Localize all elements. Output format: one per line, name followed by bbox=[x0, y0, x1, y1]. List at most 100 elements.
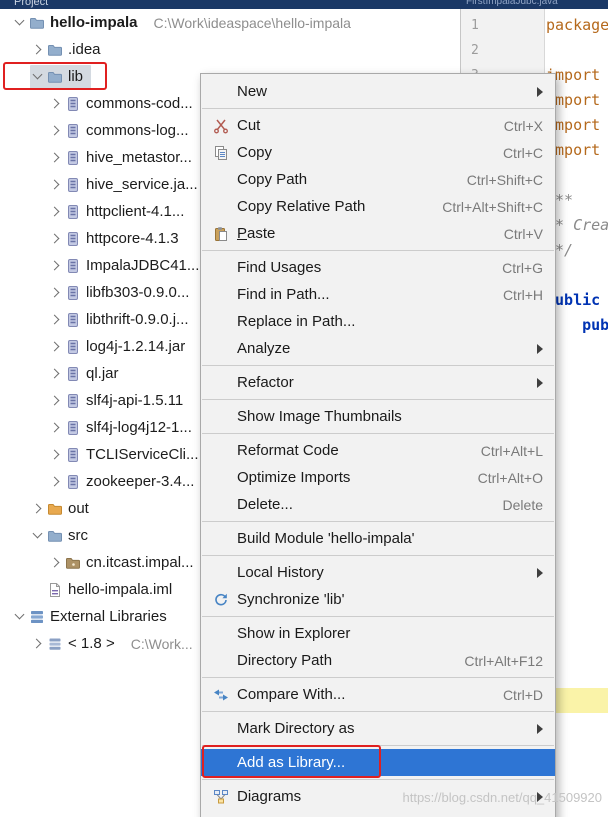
chevron-right-icon[interactable] bbox=[48, 555, 63, 570]
tree-item-hello-impala[interactable]: hello-impala C:\Work\ideaspace\hello-impa… bbox=[0, 9, 460, 36]
menu-item-analyze[interactable]: Analyze bbox=[201, 335, 555, 362]
tree-item-path: C:\Work... bbox=[130, 635, 193, 652]
tree-item-inner: slf4j-api-1.5.11 bbox=[48, 389, 191, 413]
menu-item-find-usages[interactable]: Find Usages Ctrl+G bbox=[201, 254, 555, 281]
menu-separator bbox=[201, 105, 555, 112]
menu-item-delete[interactable]: Delete... Delete bbox=[201, 491, 555, 518]
tree-item-inner: hello-impala bbox=[12, 11, 146, 35]
chevron-right-icon[interactable] bbox=[48, 339, 63, 354]
tree-item-path: C:\Work\ideaspace\hello-impala bbox=[153, 14, 351, 31]
menu-item-show-image-thumbnails[interactable]: Show Image Thumbnails bbox=[201, 403, 555, 430]
menu-separator bbox=[201, 613, 555, 620]
menu-item-shortcut: Ctrl+X bbox=[503, 117, 543, 134]
menu-item-shortcut: Ctrl+C bbox=[502, 144, 543, 161]
editor-tab-label: FirstImpalaJdbc.java bbox=[466, 0, 558, 7]
menu-item-copy[interactable]: Copy Ctrl+C bbox=[201, 139, 555, 166]
menu-item-label: Cut bbox=[237, 117, 261, 134]
chevron-right-icon[interactable] bbox=[48, 150, 63, 165]
menu-item-synchronize-lib[interactable]: Synchronize 'lib' bbox=[201, 586, 555, 613]
menu-item-shortcut: Ctrl+Alt+F12 bbox=[464, 652, 543, 669]
menu-item-label: Copy Relative Path bbox=[237, 198, 366, 215]
code-segment: java.sql.DriverManager; bbox=[600, 91, 608, 109]
menu-item-label: Reformat Code bbox=[237, 442, 339, 459]
menu-item-find-in-path[interactable]: Find in Path... Ctrl+H bbox=[201, 281, 555, 308]
submenu-arrow-icon bbox=[537, 86, 543, 97]
chevron-down-icon[interactable] bbox=[12, 15, 27, 30]
menu-item-reformat-code[interactable]: Reformat Code Ctrl+Alt+L bbox=[201, 437, 555, 464]
tree-item-label: commons-cod... bbox=[86, 95, 193, 112]
menu-item-replace-in-path[interactable]: Replace in Path... bbox=[201, 308, 555, 335]
menu-separator bbox=[201, 552, 555, 559]
menu-item-label: Copy Path bbox=[237, 171, 308, 188]
chevron-down-icon[interactable] bbox=[12, 609, 27, 624]
tree-item-inner: out bbox=[30, 497, 97, 521]
jar-icon bbox=[65, 339, 81, 355]
menu-item-show-in-explorer[interactable]: Show in Explorer bbox=[201, 620, 555, 647]
chevron-right-icon[interactable] bbox=[48, 204, 63, 219]
chevron-down-icon[interactable] bbox=[30, 528, 45, 543]
menu-item-label: Build Module 'hello-impala' bbox=[237, 530, 415, 547]
chevron-right-icon[interactable] bbox=[48, 258, 63, 273]
menu-item-label: Local History bbox=[237, 564, 324, 581]
chevron-right-icon[interactable] bbox=[48, 96, 63, 111]
menu-item-cut[interactable]: Cut Ctrl+X bbox=[201, 112, 555, 139]
tree-item-inner: hive_metastor... bbox=[48, 146, 200, 170]
jar-icon bbox=[65, 123, 81, 139]
menu-item-shortcut: Ctrl+G bbox=[502, 259, 543, 276]
jar-icon bbox=[65, 447, 81, 463]
menu-separator bbox=[201, 518, 555, 525]
menu-item-label: Replace in Path... bbox=[237, 313, 356, 330]
tree-item-inner: ImpalaJDBC41... bbox=[48, 254, 207, 278]
submenu-arrow-icon bbox=[537, 377, 543, 388]
chevron-right-icon[interactable] bbox=[30, 501, 45, 516]
chevron-right-icon[interactable] bbox=[30, 636, 45, 651]
menu-item-new[interactable]: New bbox=[201, 78, 555, 105]
jar-icon bbox=[65, 393, 81, 409]
menu-item-label: Synchronize 'lib' bbox=[237, 591, 345, 608]
menu-item-shortcut: Ctrl+Shift+C bbox=[466, 171, 543, 188]
chevron-right-icon[interactable] bbox=[48, 285, 63, 300]
chevron-right-icon[interactable] bbox=[48, 393, 63, 408]
folder-icon bbox=[47, 42, 63, 58]
tree-item-idea[interactable]: .idea bbox=[0, 36, 460, 63]
watermark-text: https://blog.csdn.net/qq_41509920 bbox=[402, 790, 603, 805]
library-icon bbox=[47, 636, 63, 652]
chevron-right-icon[interactable] bbox=[48, 420, 63, 435]
code-segment: public bbox=[582, 316, 608, 334]
menu-item-build-module-hello-impala[interactable]: Build Module 'hello-impala' bbox=[201, 525, 555, 552]
chevron-right-icon[interactable] bbox=[48, 123, 63, 138]
menu-item-shortcut: Ctrl+Alt+L bbox=[480, 442, 543, 459]
jar-icon bbox=[65, 285, 81, 301]
menu-item-paste[interactable]: Paste Ctrl+V bbox=[201, 220, 555, 247]
menu-item-copy-path[interactable]: Copy Path Ctrl+Shift+C bbox=[201, 166, 555, 193]
tree-item-label: ql.jar bbox=[86, 365, 119, 382]
menu-item-label: Compare With... bbox=[237, 686, 346, 703]
menu-item-optimize-imports[interactable]: Optimize Imports Ctrl+Alt+O bbox=[201, 464, 555, 491]
tree-item-inner: httpcore-4.1.3 bbox=[48, 227, 187, 251]
menu-item-label: Show Image Thumbnails bbox=[237, 408, 402, 425]
menu-item-compare-with[interactable]: Compare With... Ctrl+D bbox=[201, 681, 555, 708]
chevron-right-icon[interactable] bbox=[48, 312, 63, 327]
menu-item-copy-relative-path[interactable]: Copy Relative Path Ctrl+Alt+Shift+C bbox=[201, 193, 555, 220]
menu-item-directory-path[interactable]: Directory Path Ctrl+Alt+F12 bbox=[201, 647, 555, 674]
chevron-right-icon[interactable] bbox=[48, 231, 63, 246]
menu-item-label: New bbox=[237, 83, 268, 100]
tree-item-inner: commons-log... bbox=[48, 119, 197, 143]
chevron-right-icon[interactable] bbox=[30, 42, 45, 57]
jar-icon bbox=[65, 258, 81, 274]
menu-item-local-history[interactable]: Local History bbox=[201, 559, 555, 586]
chevron-right-icon[interactable] bbox=[48, 474, 63, 489]
menu-item-refactor[interactable]: Refactor bbox=[201, 369, 555, 396]
tree-item-label: External Libraries bbox=[50, 608, 167, 625]
tree-item-label: commons-log... bbox=[86, 122, 189, 139]
menu-item-label: Paste bbox=[237, 225, 276, 242]
menu-separator bbox=[201, 674, 555, 681]
chevron-right-icon[interactable] bbox=[48, 447, 63, 462]
jar-icon bbox=[65, 366, 81, 382]
tree-item-inner: ql.jar bbox=[48, 362, 127, 386]
chevron-right-icon[interactable] bbox=[48, 366, 63, 381]
menu-item-mark-directory-as[interactable]: Mark Directory as bbox=[201, 715, 555, 742]
chevron-right-icon[interactable] bbox=[48, 177, 63, 192]
annotation-box-lib bbox=[3, 62, 107, 90]
